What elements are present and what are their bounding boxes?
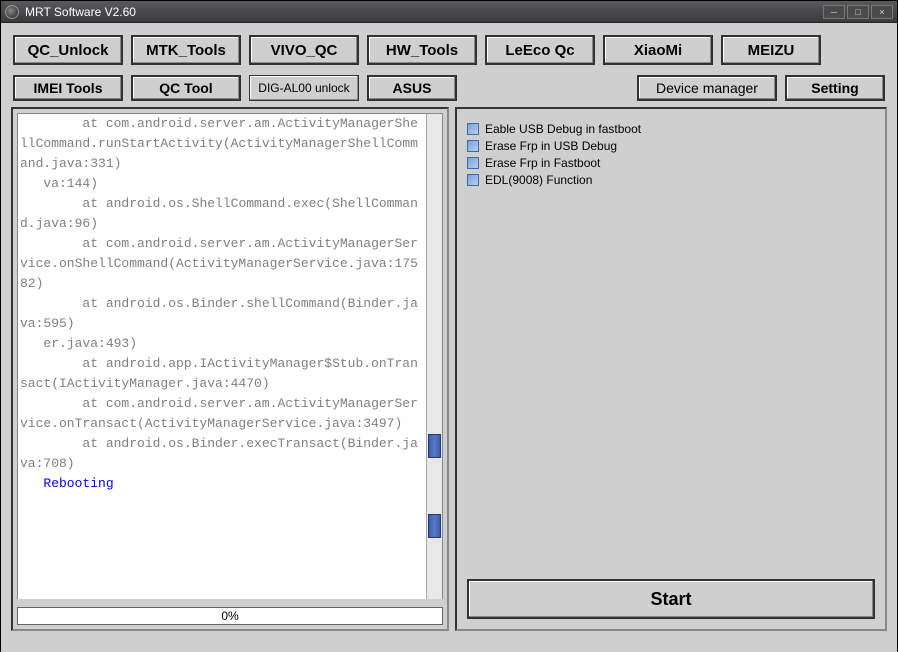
- leeco-qc-button[interactable]: LeEco Qc: [485, 35, 595, 65]
- option-label: Erase Frp in USB Debug: [485, 139, 617, 153]
- scroll-thumb[interactable]: [428, 514, 441, 538]
- option-erase-frp-fastboot[interactable]: Erase Frp in Fastboot: [467, 156, 875, 170]
- hw-tools-button[interactable]: HW_Tools: [367, 35, 477, 65]
- client-area: QC_Unlock MTK_Tools VIVO_QC HW_Tools LeE…: [1, 23, 897, 652]
- option-edl-9008-function[interactable]: EDL(9008) Function: [467, 173, 875, 187]
- minimize-button[interactable]: ─: [823, 5, 845, 19]
- log-content[interactable]: at com.android.server.am.ActivityManager…: [18, 114, 426, 599]
- app-icon: [5, 5, 19, 19]
- option-label: Eable USB Debug in fastboot: [485, 122, 641, 136]
- toolbar: QC_Unlock MTK_Tools VIVO_QC HW_Tools LeE…: [7, 27, 891, 101]
- progress-label: 0%: [221, 609, 238, 623]
- checkbox-icon: [467, 140, 479, 152]
- start-button[interactable]: Start: [467, 579, 875, 619]
- option-label: Erase Frp in Fastboot: [485, 156, 600, 170]
- device-manager-button[interactable]: Device manager: [637, 75, 777, 101]
- checkbox-icon: [467, 157, 479, 169]
- option-list: Eable USB Debug in fastboot Erase Frp in…: [467, 115, 875, 190]
- log-line: at com.android.server.am.ActivityManager…: [20, 394, 424, 434]
- log-line: er.java:493): [20, 334, 424, 354]
- qc-tool-button[interactable]: QC Tool: [131, 75, 241, 101]
- log-panel: at com.android.server.am.ActivityManager…: [11, 107, 449, 631]
- asus-button[interactable]: ASUS: [367, 75, 457, 101]
- vivo-qc-button[interactable]: VIVO_QC: [249, 35, 359, 65]
- scroll-thumb[interactable]: [428, 434, 441, 458]
- imei-tools-button[interactable]: IMEI Tools: [13, 75, 123, 101]
- close-button[interactable]: ×: [871, 5, 893, 19]
- meizu-button[interactable]: MEIZU: [721, 35, 821, 65]
- log-line: at android.app.IActivityManager$Stub.onT…: [20, 354, 424, 394]
- window-title: MRT Software V2.60: [25, 5, 823, 19]
- option-enable-usb-debug-fastboot[interactable]: Eable USB Debug in fastboot: [467, 122, 875, 136]
- log-line: at com.android.server.am.ActivityManager…: [20, 114, 424, 174]
- log-box: at com.android.server.am.ActivityManager…: [17, 113, 443, 599]
- xiaomi-button[interactable]: XiaoMi: [603, 35, 713, 65]
- options-panel: Eable USB Debug in fastboot Erase Frp in…: [455, 107, 887, 631]
- log-scrollbar[interactable]: [426, 114, 442, 599]
- checkbox-icon: [467, 123, 479, 135]
- log-line: va:144): [20, 174, 424, 194]
- option-erase-frp-usb-debug[interactable]: Erase Frp in USB Debug: [467, 139, 875, 153]
- titlebar[interactable]: MRT Software V2.60 ─ □ ×: [1, 1, 897, 23]
- window-controls: ─ □ ×: [823, 5, 893, 19]
- dig-al00-unlock-button[interactable]: DIG-AL00 unlock: [249, 75, 359, 101]
- log-line: at com.android.server.am.ActivityManager…: [20, 234, 424, 294]
- progress-bar: 0%: [17, 607, 443, 625]
- setting-button[interactable]: Setting: [785, 75, 885, 101]
- app-window: MRT Software V2.60 ─ □ × QC_Unlock MTK_T…: [0, 0, 898, 651]
- log-line: at android.os.ShellCommand.exec(ShellCom…: [20, 194, 424, 234]
- log-line: at android.os.Binder.shellCommand(Binder…: [20, 294, 424, 334]
- mtk-tools-button[interactable]: MTK_Tools: [131, 35, 241, 65]
- log-line: at android.os.Binder.execTransact(Binder…: [20, 434, 424, 474]
- option-label: EDL(9008) Function: [485, 173, 592, 187]
- checkbox-icon: [467, 174, 479, 186]
- maximize-button[interactable]: □: [847, 5, 869, 19]
- qc-unlock-button[interactable]: QC_Unlock: [13, 35, 123, 65]
- log-line-status: Rebooting: [20, 474, 424, 494]
